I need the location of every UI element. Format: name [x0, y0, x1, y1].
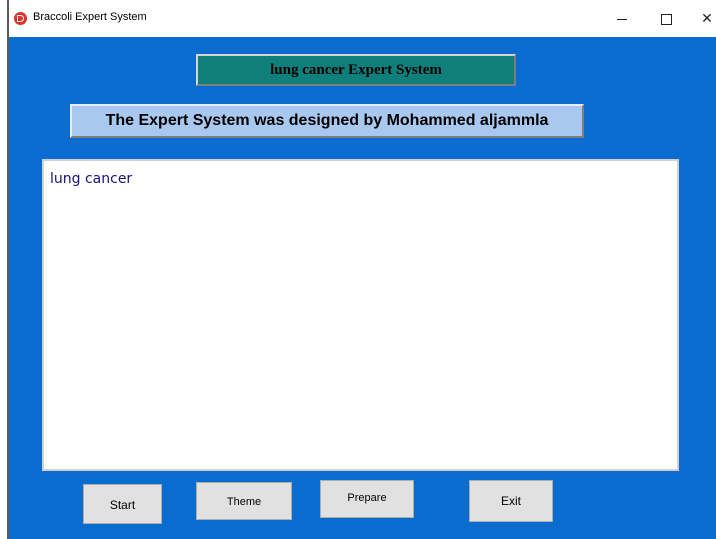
window-title: Braccoli Expert System [33, 11, 147, 23]
minimize-icon [617, 18, 627, 20]
exit-button[interactable]: Exit [469, 480, 553, 522]
close-button[interactable]: ✕ [684, 0, 716, 37]
output-textbox[interactable]: lung cancer [42, 159, 679, 471]
designer-label: The Expert System was designed by Mohamm… [70, 104, 584, 138]
theme-button[interactable]: Theme [196, 482, 292, 520]
desktop-edge [0, 0, 9, 539]
start-button[interactable]: Start [83, 484, 162, 524]
minimize-button[interactable] [599, 0, 645, 37]
prepare-button[interactable]: Prepare [320, 480, 414, 518]
client-area: lung cancer Expert System The Expert Sys… [9, 37, 716, 539]
app-window: Braccoli Expert System ✕ lung cancer Exp… [9, 0, 716, 539]
app-logo-icon [14, 12, 27, 25]
title-bar[interactable]: Braccoli Expert System ✕ [9, 0, 716, 37]
close-icon: ✕ [701, 10, 713, 26]
maximize-button[interactable] [643, 0, 689, 37]
system-title-label: lung cancer Expert System [196, 54, 516, 86]
maximize-icon [660, 13, 672, 25]
